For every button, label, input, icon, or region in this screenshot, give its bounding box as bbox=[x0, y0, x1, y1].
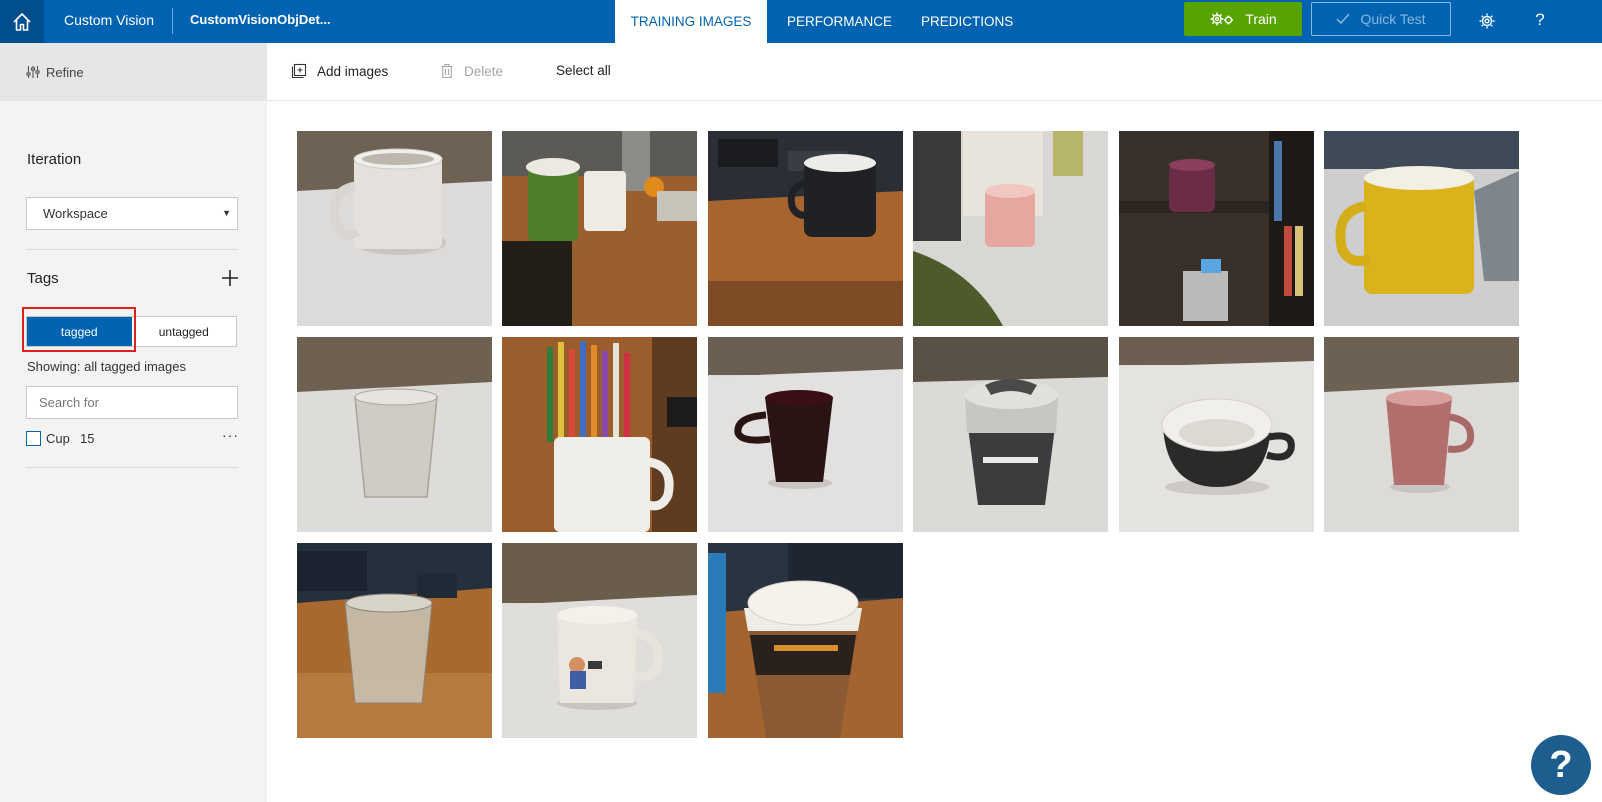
cartoon-mug-image bbox=[502, 543, 697, 738]
image-thumbnail[interactable] bbox=[502, 131, 697, 326]
check-icon bbox=[1336, 13, 1350, 25]
black-mug-image bbox=[708, 131, 903, 326]
showing-text: Showing: all tagged images bbox=[27, 359, 186, 374]
cups-on-desk-image bbox=[502, 131, 697, 326]
home-button[interactable] bbox=[0, 0, 44, 43]
sliders-icon bbox=[26, 66, 40, 78]
help-button[interactable]: ? bbox=[1530, 10, 1550, 32]
divider bbox=[26, 249, 238, 250]
train-label: Train bbox=[1245, 11, 1277, 27]
quick-test-label: Quick Test bbox=[1360, 11, 1426, 27]
more-options-icon[interactable]: ··· bbox=[222, 427, 239, 443]
add-images-button[interactable]: Add images bbox=[291, 63, 388, 79]
image-thumbnail[interactable] bbox=[913, 131, 1108, 326]
delete-label: Delete bbox=[464, 63, 504, 79]
iteration-value: Workspace bbox=[43, 206, 108, 221]
tab-predictions[interactable]: PREDICTIONS bbox=[921, 0, 1013, 43]
image-toolbar: Add images Delete Select all bbox=[267, 43, 1602, 101]
image-thumbnail[interactable] bbox=[1324, 337, 1519, 532]
tagged-option[interactable]: tagged bbox=[27, 317, 132, 346]
pink-mug-image bbox=[913, 131, 1108, 326]
train-button[interactable]: Train bbox=[1184, 2, 1302, 36]
glass-on-desk-image bbox=[297, 543, 492, 738]
home-icon bbox=[13, 12, 31, 31]
takeaway-cup-image bbox=[708, 543, 903, 738]
tag-row: Cup 15 ··· bbox=[26, 427, 238, 447]
dark-red-mug-image bbox=[708, 337, 903, 532]
gears-icon bbox=[1210, 12, 1234, 26]
pencil-mug-image bbox=[502, 337, 697, 532]
app-name[interactable]: Custom Vision bbox=[64, 12, 154, 28]
tag-checkbox[interactable] bbox=[26, 431, 41, 446]
image-thumbnail[interactable] bbox=[708, 131, 903, 326]
add-image-icon bbox=[291, 63, 307, 79]
reusable-cup-image bbox=[913, 337, 1108, 532]
image-thumbnail[interactable] bbox=[913, 337, 1108, 532]
settings-button[interactable] bbox=[1476, 10, 1498, 32]
sidebar: Refine Iteration Workspace ▼ Tags tagged… bbox=[0, 43, 267, 802]
teacup-image bbox=[1119, 337, 1314, 532]
delete-button[interactable]: Delete bbox=[440, 63, 503, 79]
iteration-select[interactable]: Workspace ▼ bbox=[26, 197, 238, 230]
tag-count: 15 bbox=[80, 431, 95, 446]
tag-name[interactable]: Cup bbox=[46, 431, 70, 446]
divider bbox=[26, 467, 238, 468]
gear-icon bbox=[1479, 13, 1495, 29]
image-thumbnail[interactable] bbox=[1324, 131, 1519, 326]
image-thumbnail[interactable] bbox=[502, 543, 697, 738]
iteration-title: Iteration bbox=[27, 151, 82, 168]
image-thumbnail[interactable] bbox=[708, 543, 903, 738]
tag-search-input[interactable] bbox=[26, 386, 238, 419]
tab-training-images[interactable]: TRAINING IMAGES bbox=[615, 0, 767, 43]
refine-button[interactable]: Refine bbox=[0, 43, 267, 101]
image-thumbnail[interactable] bbox=[708, 337, 903, 532]
header-divider bbox=[172, 8, 173, 34]
image-thumbnail[interactable] bbox=[297, 131, 492, 326]
refine-label: Refine bbox=[46, 64, 84, 80]
image-thumbnail[interactable] bbox=[1119, 337, 1314, 532]
help-fab-button[interactable]: ? bbox=[1531, 735, 1591, 795]
yellow-mug-image bbox=[1324, 131, 1519, 326]
add-images-label: Add images bbox=[317, 63, 389, 79]
top-bar: Custom Vision CustomVisionObjDet... TRAI… bbox=[0, 0, 1602, 43]
quick-test-button[interactable]: Quick Test bbox=[1311, 2, 1451, 36]
pink-mug-table-image bbox=[1324, 337, 1519, 532]
tab-performance[interactable]: PERFORMANCE bbox=[787, 0, 892, 43]
image-thumbnail[interactable] bbox=[1119, 131, 1314, 326]
purple-mug-image bbox=[1119, 131, 1314, 326]
trash-icon bbox=[441, 63, 453, 79]
tagged-untagged-toggle: tagged untagged bbox=[26, 316, 237, 347]
add-tag-button[interactable] bbox=[220, 268, 240, 288]
untagged-option[interactable]: untagged bbox=[132, 317, 237, 346]
image-thumbnail[interactable] bbox=[502, 337, 697, 532]
white-mug-image bbox=[297, 131, 492, 326]
plus-icon bbox=[222, 270, 238, 286]
image-thumbnail[interactable] bbox=[297, 337, 492, 532]
chevron-down-icon: ▼ bbox=[222, 208, 231, 218]
glass-cup-image bbox=[297, 337, 492, 532]
image-thumbnail[interactable] bbox=[297, 543, 492, 738]
tags-title: Tags bbox=[27, 270, 59, 287]
select-all-button[interactable]: Select all bbox=[556, 63, 611, 78]
project-name[interactable]: CustomVisionObjDet... bbox=[190, 12, 331, 27]
